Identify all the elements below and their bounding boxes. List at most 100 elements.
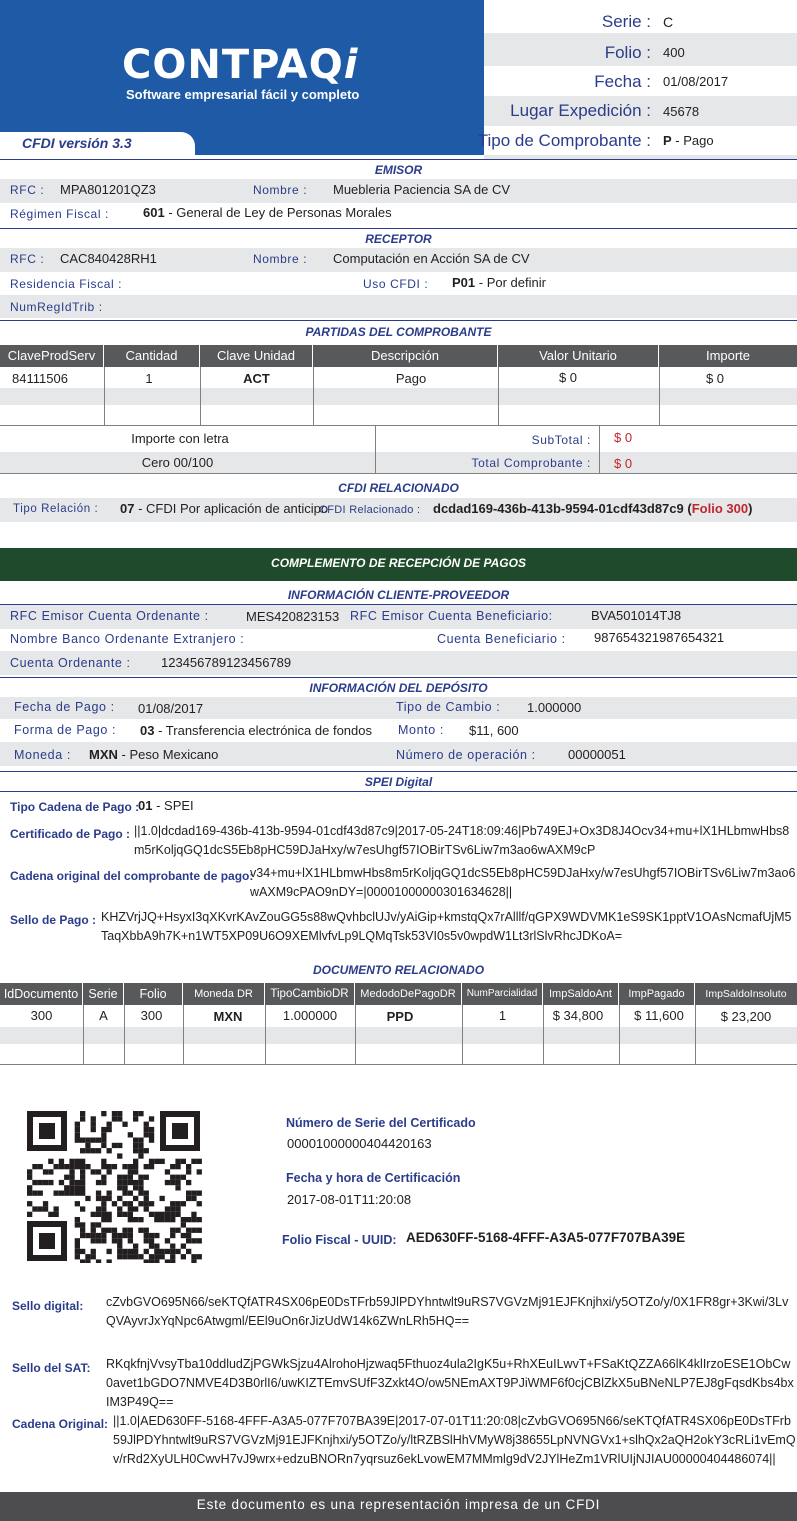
operacion-label: Número de operación :: [396, 748, 536, 762]
rfc-ordenante-label: RFC Emisor Cuenta Ordenante :: [10, 609, 209, 623]
cadena-original-value: ||1.0|AED630FF-5168-4FFF-A3A5-077F707BA3…: [113, 1414, 796, 1466]
cfdi-version: CFDI versión 3.3: [22, 135, 132, 151]
tipo-cadena-text: - SPEI: [156, 798, 194, 813]
tipo-relacion-code: 07: [120, 501, 135, 516]
totals-divider: [375, 425, 376, 473]
certificado-value: ||1.0|dcdad169-436b-413b-9594-01cdf43d87…: [134, 824, 790, 857]
uuid-label: Folio Fiscal - UUID:: [282, 1233, 397, 1247]
tipo-cadena-label: Tipo Cadena de Pago :: [10, 800, 140, 814]
moneda-code: MXN: [89, 747, 118, 762]
docrel-cell: PPD: [386, 1009, 414, 1024]
cuenta-ordenante-label: Cuenta Ordenante :: [10, 656, 131, 670]
docrel-divider: [543, 1005, 544, 1064]
sello-digital-label: Sello digital:: [12, 1299, 84, 1313]
docrel-cell: A: [99, 1008, 108, 1023]
cfdi-uuid: dcdad169-436b-413b-9594-01cdf43d87c9: [433, 501, 684, 516]
partidas-divider: [200, 367, 201, 425]
moneda-label: Moneda :: [14, 748, 71, 762]
tipo-cadena-value: 01 - SPEI: [138, 798, 194, 813]
emisor-title: EMISOR: [0, 159, 797, 179]
tipo-cambio-label: Tipo de Cambio :: [396, 700, 501, 714]
importe-letra-label: Importe con letra: [131, 431, 229, 446]
monto-label: Monto :: [398, 723, 444, 737]
docrel-cell: 1: [498, 1008, 507, 1023]
cadena-original-label: Cadena Original:: [12, 1417, 109, 1431]
docrel-divider: [355, 1005, 356, 1064]
folio-label: Folio :: [604, 43, 651, 62]
docrel-divider: [124, 1005, 125, 1064]
docrel-cell: $ 34,800: [552, 1008, 604, 1023]
residencia-label: Residencia Fiscal :: [10, 277, 123, 291]
sello-sat-label: Sello del SAT:: [12, 1361, 91, 1375]
partidas-row-bg: [0, 388, 797, 405]
docrel-header-cell: Serie: [83, 983, 124, 1005]
partidas-cell: $ 0: [558, 370, 578, 385]
docrel-divider: [183, 1005, 184, 1064]
cuenta-beneficiario-value: 987654321987654321: [594, 630, 725, 645]
partidas-divider: [313, 367, 314, 425]
tipo-relacion-label: Tipo Relación :: [13, 503, 99, 515]
tipo-cadena-code: 01: [138, 798, 153, 813]
tipo-relacion-text: - CFDI Por aplicación de anticipo: [138, 501, 329, 516]
complemento-title: COMPLEMENTO DE RECEPCIÓN DE PAGOS: [271, 556, 526, 570]
docrel-header-cell: NumParcialidad: [462, 983, 543, 1005]
docrel-cell: 300: [30, 1008, 53, 1023]
spei-top-line: [0, 791, 797, 792]
docrel-header-cell: ImpPagado: [619, 983, 695, 1005]
partidas-bottom-line: [0, 425, 797, 426]
partidas-header-cell: Descripción: [313, 345, 498, 367]
docrel-title: DOCUMENTO RELACIONADO: [0, 960, 797, 980]
emisor-rfc-label: RFC :: [10, 183, 45, 197]
regimen-text: - General de Ley de Personas Morales: [168, 205, 392, 220]
docrel-header-cell: Folio: [124, 983, 183, 1005]
folio-paren-close: ): [748, 501, 753, 516]
folio-ref: Folio 300: [691, 501, 749, 516]
docrel-cell: $ 23,200: [720, 1009, 772, 1024]
cadena-pago-value: v34+mu+lX1HLbmwHbs8m5rKoljqGQ1dcS5Eb8pHC…: [250, 866, 796, 899]
totals-divider: [599, 425, 600, 473]
partidas-cell: $ 0: [705, 371, 725, 386]
docrel-bottom-line: [0, 1064, 797, 1065]
forma-pago-label: Forma de Pago :: [14, 723, 117, 737]
subtotal-value: $ 0: [614, 430, 633, 445]
importe-letra-value: Cero 00/100: [141, 455, 214, 470]
fecha-value: 01/08/2017: [663, 74, 729, 89]
totals-bottom-line: [0, 473, 797, 474]
fecha-pago-label: Fecha de Pago :: [14, 700, 115, 714]
numreg-band: [0, 295, 797, 318]
cliente-title: INFORMACIÓN CLIENTE-PROVEEDOR: [0, 585, 797, 605]
docrel-header-cell: MedodoDePagoDR: [355, 983, 462, 1005]
cadena-pago-label: Cadena original del comprobante de pago:: [10, 869, 254, 883]
partidas-header-cell: Cantidad: [104, 345, 200, 367]
docrel-cell: MXN: [213, 1009, 243, 1024]
sello-pago-value: KHZVrjJQ+HsyxI3qXKvrKAvZouGG5s88wQvhbclU…: [101, 910, 792, 943]
monto-value: $11, 600: [469, 723, 519, 738]
partidas-cell: ACT: [243, 371, 270, 386]
docrel-header-cell: ImpSaldoInsoluto: [695, 983, 797, 1005]
receptor-rfc-label: RFC :: [10, 252, 45, 266]
fecha-pago-value: 01/08/2017: [138, 701, 204, 716]
certificado-label: Certificado de Pago :: [10, 827, 131, 841]
total-value: $ 0: [614, 456, 633, 471]
lugar-value: 45678: [663, 104, 700, 119]
partidas-header-cell: Importe: [659, 345, 797, 367]
fecha-cert-label: Fecha y hora de Certificación: [286, 1171, 461, 1185]
docrel-cell: 300: [140, 1008, 163, 1023]
forma-pago-code: 03: [140, 723, 155, 738]
moneda-value: MXN - Peso Mexicano: [89, 747, 218, 762]
tipo-relacion-value: 07 - CFDI Por aplicación de anticipo: [120, 501, 328, 516]
docrel-header-cell: Moneda DR: [183, 983, 265, 1005]
lugar-label: Lugar Expedición :: [510, 101, 651, 120]
uso-cfdi-value: P01 - Por definir: [452, 275, 546, 290]
forma-pago-text: - Transferencia electrónica de fondos: [158, 723, 372, 738]
relacionado-title: CFDI RELACIONADO: [0, 479, 797, 497]
rfc-beneficiario-label: RFC Emisor Cuenta Beneficiario:: [350, 609, 553, 623]
docrel-row-bg: [0, 1027, 797, 1044]
partidas-header-cell: ClaveProdServ: [0, 345, 104, 367]
cuenta-ordenante-value: 123456789123456789: [161, 655, 292, 670]
brand-name: CONTPAQ: [122, 42, 344, 88]
rfc-ordenante-value: MES420823153: [246, 609, 340, 624]
receptor-nombre-label: Nombre :: [253, 252, 308, 266]
docrel-header-cell: TipoCambioDR: [265, 983, 355, 1005]
qr-code: [25, 1109, 202, 1263]
